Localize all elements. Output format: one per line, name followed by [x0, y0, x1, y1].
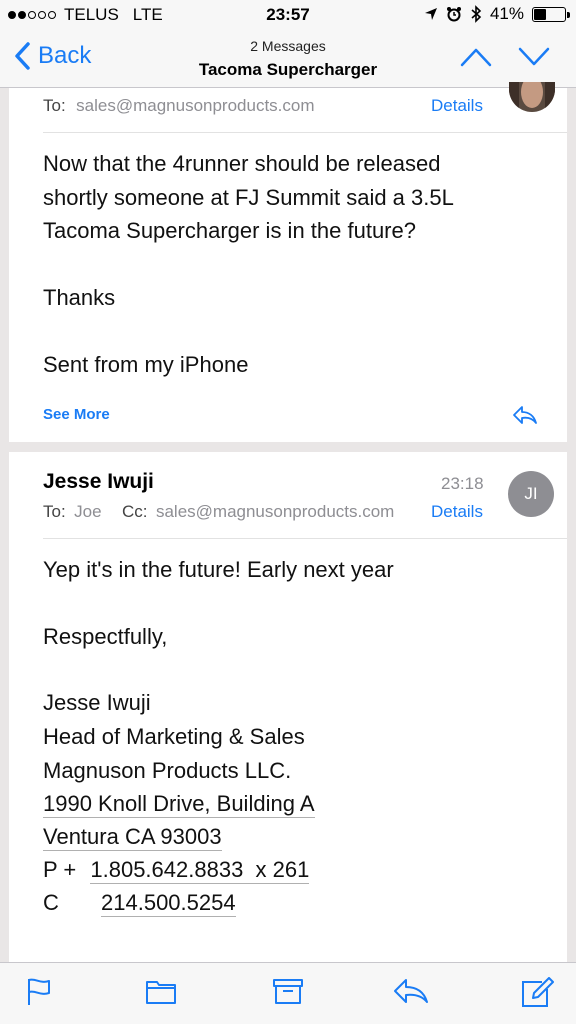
- signature-title: Head of Marketing & Sales: [43, 724, 305, 749]
- message-time: 23:18: [441, 474, 484, 493]
- sender-avatar: JI: [508, 471, 554, 517]
- alarm-icon: [446, 7, 461, 22]
- sender-name: Jesse Iwuji: [43, 470, 154, 493]
- phone-row: P + 1.805.642.8833 x 261: [43, 857, 310, 884]
- bottom-toolbar: [0, 962, 576, 1024]
- address-link-1[interactable]: 1990 Knoll Drive, Building A: [43, 791, 315, 818]
- message-navigation: [460, 46, 550, 68]
- details-link[interactable]: Details: [431, 502, 483, 522]
- address-link-2[interactable]: Ventura CA 93003: [43, 824, 222, 851]
- divider: [43, 132, 567, 133]
- signature-name: Jesse Iwuji: [43, 690, 151, 715]
- body-line: Now that the 4runner should be released: [43, 151, 441, 176]
- see-more-link[interactable]: See More: [43, 406, 110, 423]
- battery-icon: [532, 6, 570, 22]
- reply-icon[interactable]: [392, 977, 430, 1005]
- folder-icon[interactable]: [145, 977, 177, 1005]
- cell-row: C 214.500.5254: [43, 890, 236, 917]
- details-link[interactable]: Details: [431, 96, 483, 116]
- status-right: 41%: [424, 4, 570, 24]
- location-arrow-icon: [424, 8, 437, 20]
- archive-icon[interactable]: [272, 977, 304, 1005]
- cell-link[interactable]: 214.500.5254: [101, 890, 236, 917]
- cc-address: sales@magnusonproducts.com: [155, 502, 395, 521]
- divider: [43, 538, 567, 539]
- body-line: Sent from my iPhone: [43, 352, 249, 377]
- to-label: To:: [43, 502, 66, 521]
- flag-icon[interactable]: [26, 977, 52, 1007]
- compose-icon[interactable]: [520, 977, 554, 1009]
- body-line: shortly someone at FJ Summit said a 3.5L: [43, 185, 454, 210]
- previous-message-button[interactable]: [460, 46, 492, 68]
- to-address: Joe: [74, 502, 102, 521]
- to-address: sales@magnusonproducts.com: [76, 96, 315, 115]
- to-label: To:: [43, 96, 66, 115]
- reply-icon[interactable]: [512, 404, 538, 426]
- signature-address-line2[interactable]: Ventura CA 93003: [43, 824, 222, 851]
- message-card-2[interactable]: Jesse Iwuji 23:18 JI To: Joe Cc: sales@m…: [9, 452, 567, 962]
- signature-company: Magnuson Products LLC.: [43, 758, 292, 783]
- phone-link[interactable]: 1.805.642.8833 x 261: [90, 857, 310, 884]
- recipients-row: To: sales@magnusonproducts.com: [43, 96, 315, 116]
- battery-percent: 41%: [489, 4, 524, 23]
- cc-label: Cc:: [122, 502, 148, 521]
- message-card-1[interactable]: To: sales@magnusonproducts.com Details N…: [9, 82, 567, 442]
- signature-address-line1[interactable]: 1990 Knoll Drive, Building A: [43, 791, 315, 818]
- phone-label: P +: [43, 857, 77, 882]
- navigation-bar: Back 2 Messages Tacoma Supercharger: [0, 30, 576, 88]
- sender-avatar: [509, 82, 555, 112]
- status-bar: TELUS LTE 23:57 41%: [0, 0, 576, 30]
- body-line: Thanks: [43, 285, 116, 310]
- cell-label: C: [43, 890, 59, 915]
- body-line: Tacoma Supercharger is in the future?: [43, 218, 416, 243]
- bluetooth-icon: [471, 5, 482, 23]
- body-line: Yep it's in the future! Early next year: [43, 557, 394, 582]
- next-message-button[interactable]: [518, 46, 550, 68]
- recipients-row: To: Joe Cc: sales@magnusonproducts.com: [43, 502, 394, 522]
- closing-line: Respectfully,: [43, 624, 168, 649]
